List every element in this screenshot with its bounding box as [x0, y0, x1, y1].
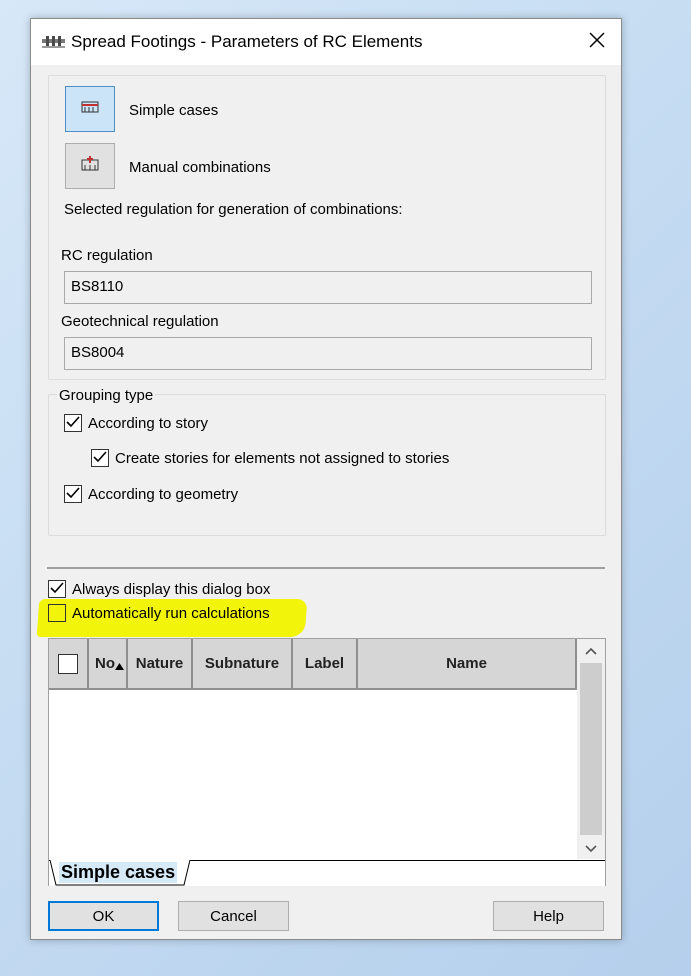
- grouping-type-group: Grouping type According to story Create …: [48, 387, 606, 536]
- close-icon: [589, 32, 605, 52]
- column-header-subnature[interactable]: Subnature: [193, 639, 293, 690]
- select-all-checkbox[interactable]: [58, 653, 78, 674]
- regulation-group: Simple cases Manual combinations Selecte…: [48, 75, 606, 380]
- manual-combinations-button[interactable]: [65, 143, 115, 189]
- window-title: Spread Footings - Parameters of RC Eleme…: [71, 32, 423, 51]
- geotechnical-regulation-label: Geotechnical regulation: [61, 313, 219, 330]
- scroll-thumb[interactable]: [580, 663, 602, 835]
- vertical-scrollbar[interactable]: [577, 639, 605, 859]
- separator: [47, 567, 605, 569]
- simple-cases-label: Simple cases: [129, 102, 219, 119]
- according-to-story-checkbox[interactable]: [64, 414, 82, 432]
- geotechnical-regulation-value: BS8004: [71, 344, 125, 361]
- column-header-name[interactable]: Name: [358, 639, 577, 690]
- close-button[interactable]: [579, 25, 615, 59]
- manual-combinations-icon: [81, 156, 99, 176]
- column-header-no[interactable]: No: [89, 639, 128, 690]
- according-to-geometry-label: According to geometry: [88, 486, 239, 503]
- sort-ascending-icon: [115, 657, 124, 674]
- according-to-story-label: According to story: [88, 415, 209, 432]
- help-button[interactable]: Help: [493, 901, 604, 931]
- according-to-geometry-checkbox[interactable]: [64, 485, 82, 503]
- chevron-up-icon: [585, 642, 597, 659]
- checkmark-icon: [50, 581, 64, 598]
- create-stories-label: Create stories for elements not assigned…: [115, 450, 450, 467]
- tab-simple-cases-label: Simple cases: [59, 862, 178, 883]
- simple-cases-button[interactable]: [65, 86, 115, 132]
- beam-footing-icon: [42, 34, 65, 48]
- dialog-window: Spread Footings - Parameters of RC Eleme…: [30, 18, 622, 940]
- cancel-button[interactable]: Cancel: [178, 901, 289, 931]
- create-stories-checkbox[interactable]: [91, 449, 109, 467]
- auto-run-checkbox[interactable]: [48, 604, 66, 622]
- ok-button[interactable]: OK: [48, 901, 159, 931]
- chevron-down-icon: [585, 840, 597, 857]
- sheet-tab-strip: Simple cases: [49, 860, 605, 886]
- rc-regulation-value: BS8110: [71, 278, 124, 295]
- rc-regulation-field[interactable]: BS8110: [64, 271, 592, 304]
- column-header-nature[interactable]: Nature: [128, 639, 193, 690]
- select-all-cell: [49, 639, 89, 690]
- cases-table: No Nature Subnature Label Name Simple ca…: [48, 638, 606, 886]
- geotechnical-regulation-field[interactable]: BS8004: [64, 337, 592, 370]
- grouping-type-title: Grouping type: [57, 387, 156, 404]
- always-display-label: Always display this dialog box: [72, 581, 271, 598]
- scroll-up-button[interactable]: [577, 639, 605, 661]
- checkmark-icon: [66, 486, 80, 503]
- title-bar: Spread Footings - Parameters of RC Eleme…: [31, 19, 621, 65]
- checkmark-icon: [93, 450, 107, 467]
- manual-combinations-label: Manual combinations: [129, 159, 271, 176]
- auto-run-label: Automatically run calculations: [72, 605, 270, 622]
- checkmark-icon: [66, 415, 80, 432]
- rc-regulation-label: RC regulation: [61, 247, 153, 264]
- always-display-checkbox[interactable]: [48, 580, 66, 598]
- scroll-down-button[interactable]: [577, 837, 605, 859]
- simple-cases-icon: [81, 100, 99, 118]
- column-header-label[interactable]: Label: [293, 639, 358, 690]
- table-header: No Nature Subnature Label Name: [49, 639, 577, 690]
- tab-simple-cases[interactable]: Simple cases: [50, 860, 190, 886]
- selected-regulation-label: Selected regulation for generation of co…: [64, 201, 403, 218]
